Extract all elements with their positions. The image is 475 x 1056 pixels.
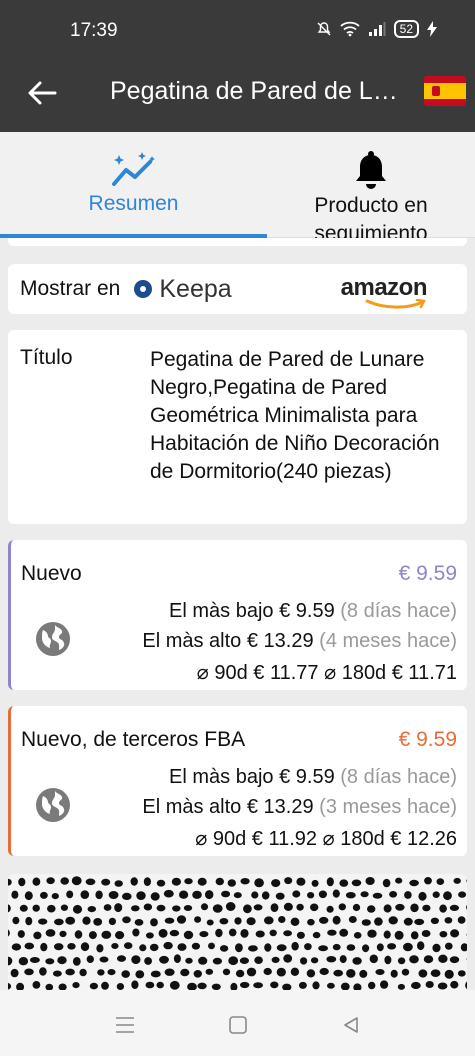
battery-icon: 52	[393, 20, 419, 38]
page-title: Pegatina de Pared de L…	[110, 77, 398, 105]
avg90-label: ⌀ 90d	[196, 662, 248, 684]
globe-icon	[36, 788, 70, 822]
amazon-smile-icon	[365, 299, 426, 309]
price-card-nuevo[interactable]: Nuevo € 9.59 El màs bajo € 9.59 (8 días …	[8, 540, 467, 690]
status-time: 17:39	[70, 20, 118, 41]
lowest-when: (8 días hace)	[340, 766, 457, 788]
highest-price-line: El màs alto € 13.29 (3 meses hace)	[142, 796, 457, 819]
highest-when: (3 meses hace)	[319, 796, 457, 818]
lowest-value: € 9.59	[279, 766, 335, 788]
lowest-label: El màs bajo	[169, 766, 274, 788]
show-in-card: Mostrar en Keepa amazon	[8, 264, 467, 314]
show-in-label: Mostrar en	[20, 277, 121, 300]
app-bar: Pegatina de Pared de L…	[0, 58, 475, 132]
keepa-logo-icon	[134, 280, 153, 298]
highest-when: (4 meses hace)	[319, 630, 457, 652]
avg180-value: € 11.71	[391, 662, 457, 684]
keepa-link[interactable]: Keepa	[134, 274, 232, 304]
avg90-label: ⌀ 90d	[195, 828, 247, 850]
lowest-price-line: El màs bajo € 9.59 (8 días hace)	[169, 766, 457, 789]
highest-value: € 13.29	[246, 630, 314, 652]
globe-icon	[36, 622, 70, 656]
back-button[interactable]	[22, 73, 62, 113]
status-bar: 17:39 52	[0, 0, 475, 58]
tab-producto-en-seguimiento[interactable]: Producto en seguimiento	[267, 132, 475, 245]
tab-bar: Resumen Producto en seguimiento	[0, 132, 475, 245]
home-button[interactable]	[223, 1010, 253, 1040]
recent-apps-button[interactable]	[110, 1010, 140, 1040]
system-back-button[interactable]	[336, 1010, 366, 1040]
avg90-value: € 11.77	[253, 662, 319, 684]
tab-resumen-label: Resumen	[88, 192, 179, 215]
arrow-left-icon	[28, 81, 57, 105]
avg180-value: € 12.26	[390, 828, 457, 850]
lowest-price-line: El màs bajo € 9.59 (8 días hace)	[169, 600, 457, 623]
highest-value: € 13.29	[246, 796, 314, 818]
chart-sparkle-icon	[111, 152, 155, 186]
content-scroll[interactable]: Mostrar en Keepa amazon Título Pegatina …	[0, 238, 475, 990]
highest-price-line: El màs alto € 13.29 (4 meses hace)	[142, 630, 457, 653]
spain-flag-icon[interactable]	[424, 76, 466, 106]
avg180-label: ⌀ 180d	[322, 828, 385, 850]
previous-card-edge	[8, 238, 467, 246]
wifi-icon	[340, 21, 360, 37]
average-price-line: ⌀ 90d € 11.77 ⌀ 180d € 11.71	[197, 660, 457, 685]
current-price: € 9.59	[398, 562, 457, 585]
price-type-name: Nuevo, de terceros FBA	[21, 728, 246, 751]
highest-label: El màs alto	[142, 630, 242, 652]
back-triangle-icon	[344, 1017, 358, 1033]
title-label: Título	[20, 346, 73, 369]
menu-icon	[116, 1017, 134, 1033]
title-card: Título Pegatina de Pared de Lunare Negro…	[8, 330, 467, 524]
home-square-icon	[229, 1016, 247, 1034]
price-card-fba[interactable]: Nuevo, de terceros FBA € 9.59 El màs baj…	[8, 706, 467, 856]
product-image[interactable]	[8, 874, 467, 990]
amazon-link[interactable]: amazon	[341, 274, 428, 302]
price-type-name: Nuevo	[21, 562, 82, 585]
avg180-label: ⌀ 180d	[324, 662, 387, 684]
current-price: € 9.59	[398, 728, 457, 751]
lowest-when: (8 días hace)	[340, 600, 457, 622]
highest-label: El màs alto	[142, 796, 242, 818]
tab-resumen[interactable]: Resumen	[0, 132, 267, 238]
system-nav-bar	[0, 990, 475, 1056]
polka-dot-pattern	[8, 876, 467, 990]
signal-icon	[368, 22, 386, 36]
bell-icon	[356, 151, 386, 189]
lowest-label: El màs bajo	[169, 600, 274, 622]
status-icons: 52	[316, 20, 437, 38]
average-price-line: ⌀ 90d € 11.92 ⌀ 180d € 12.26	[195, 826, 457, 851]
mute-icon	[317, 22, 331, 36]
product-title: Pegatina de Pared de Lunare Negro,Pegati…	[150, 348, 440, 483]
avg90-value: € 11.92	[251, 828, 318, 850]
lowest-value: € 9.59	[279, 600, 335, 622]
charging-icon	[427, 21, 437, 37]
keepa-label: Keepa	[159, 274, 232, 303]
